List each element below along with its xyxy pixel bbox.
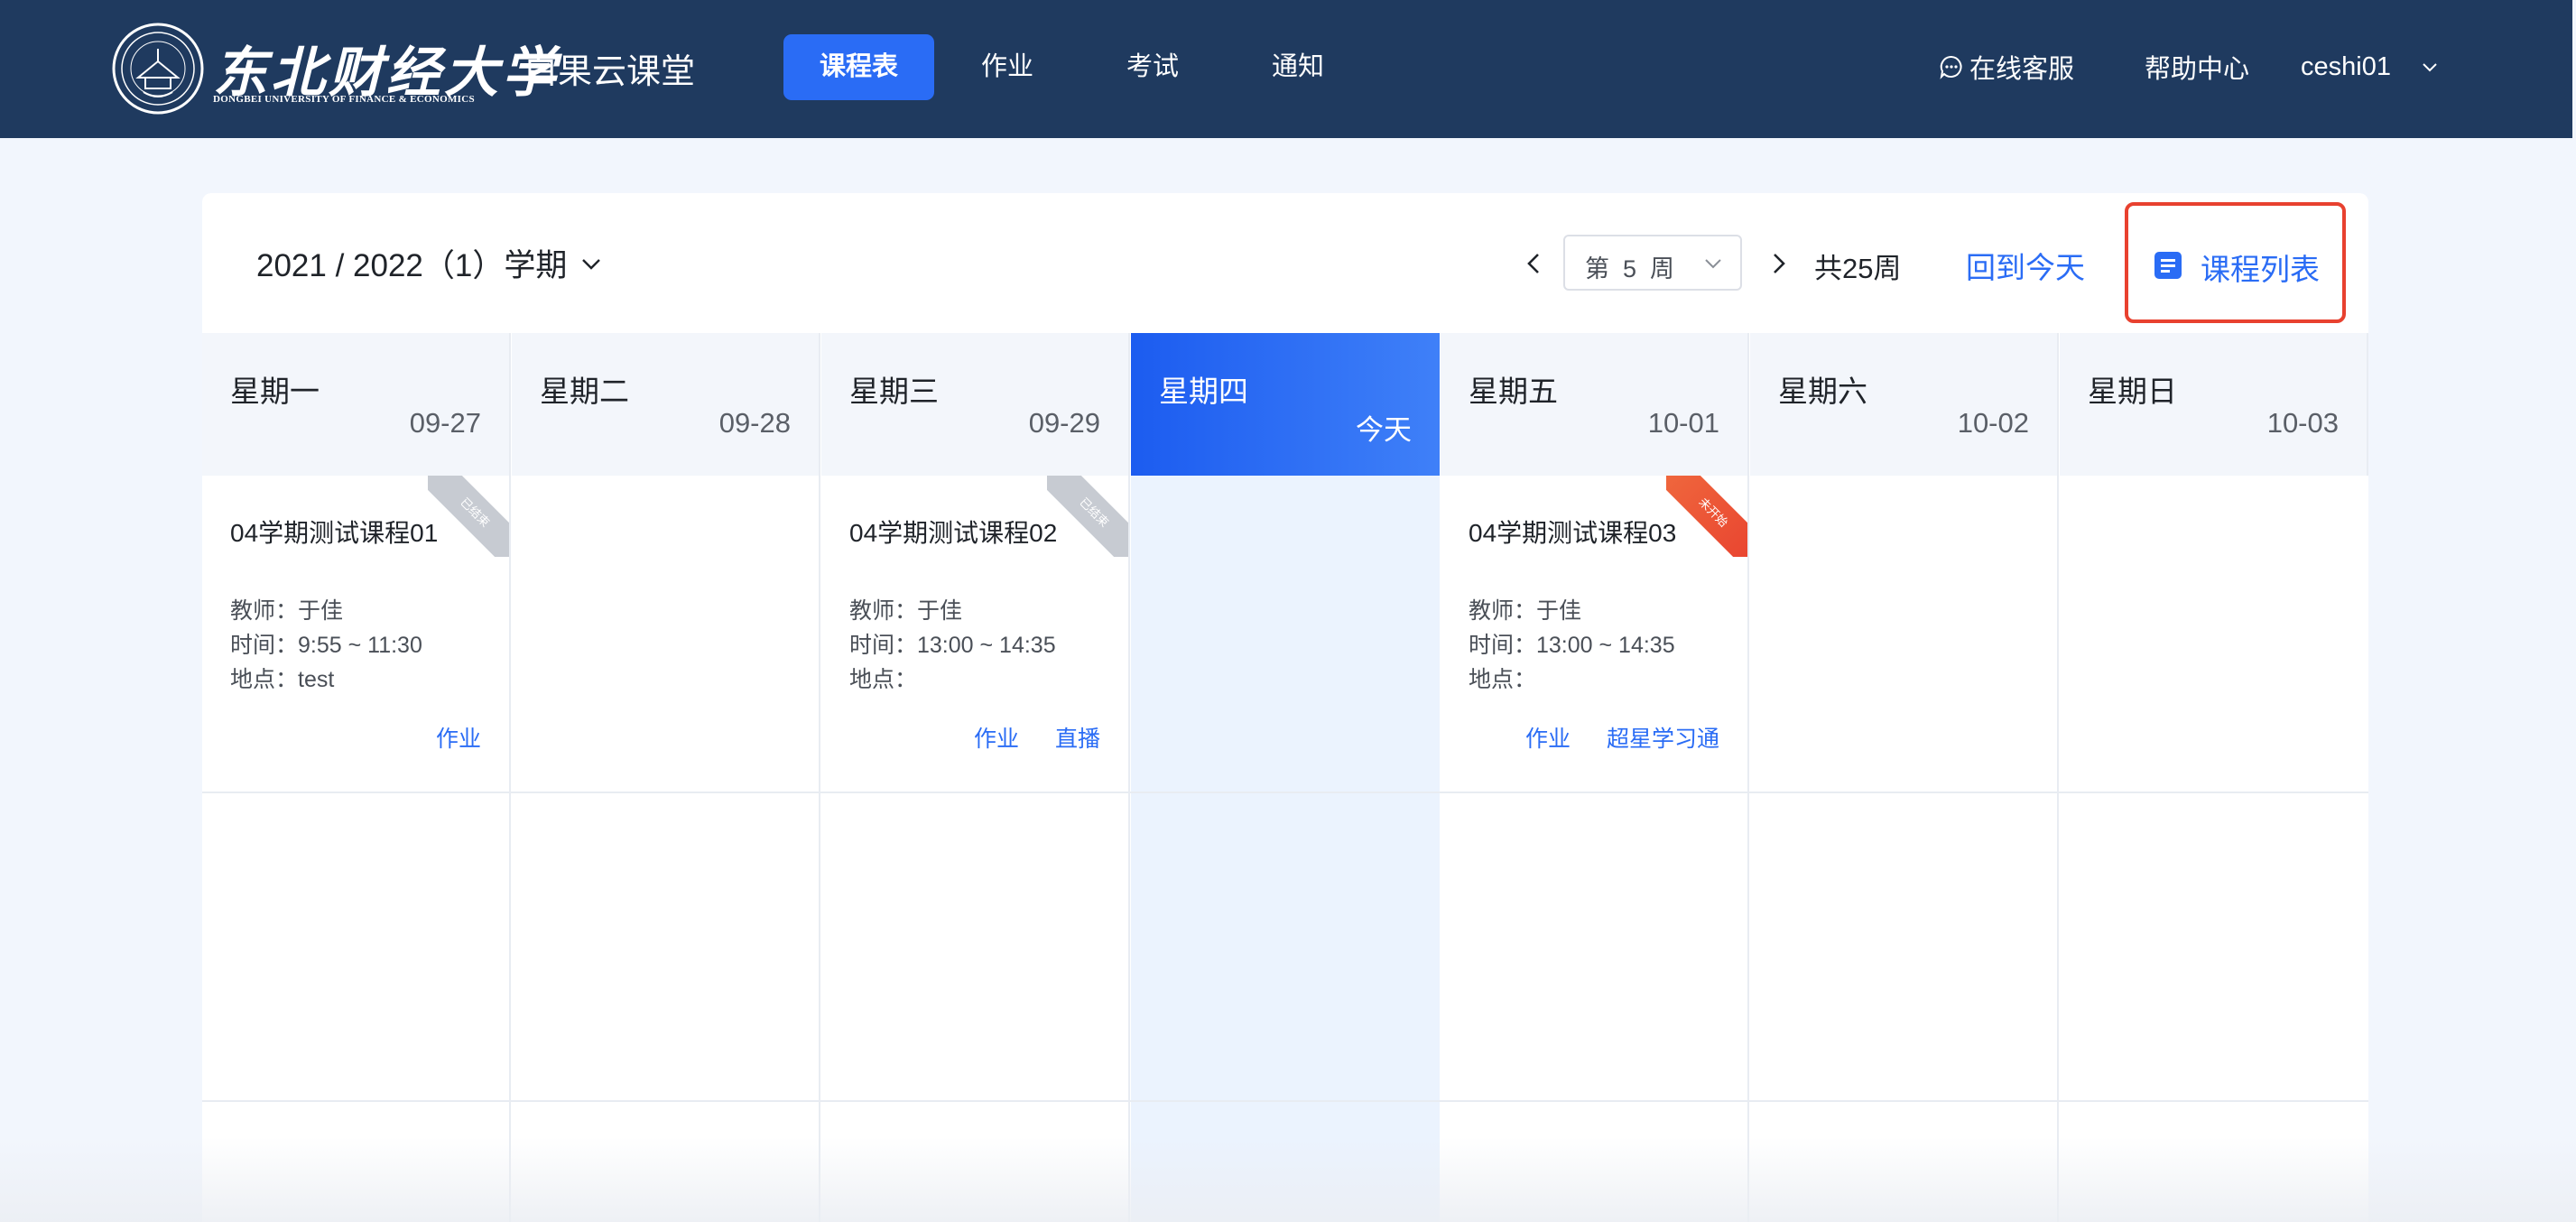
day-date: 09-27: [409, 407, 481, 439]
course-teacher: 教师：于佳: [849, 598, 963, 624]
logo-english-name: DONGBEI UNIVERSITY OF FINANCE & ECONOMIC…: [213, 94, 475, 105]
status-ribbon-label: 已结束: [428, 476, 509, 557]
nav-homework[interactable]: 作业: [935, 34, 1080, 100]
course-live-link[interactable]: 直播: [1055, 721, 1100, 754]
day-header-fri: 星期五 10-01: [1441, 333, 1749, 476]
day-name: 星期四: [1159, 375, 1248, 408]
course-teacher: 教师：于佳: [230, 598, 344, 624]
university-logo[interactable]: 东北财经大学 DONGBEI UNIVERSITY OF FINANCE & E…: [111, 22, 556, 116]
course-homework-link[interactable]: 作业: [974, 721, 1019, 754]
course-homework-link[interactable]: 作业: [436, 721, 481, 754]
week-select[interactable]: 第 5 周: [1563, 235, 1742, 291]
chat-bubble-icon: [1940, 55, 1962, 79]
chevron-down-icon: [582, 258, 601, 270]
university-seal-icon: [112, 23, 204, 115]
term-label: 2021 / 2022（1）学期: [256, 248, 568, 283]
day-column-fri: 未开始 04学期测试课程03 教师：于佳 时间：13:00 ~ 14:35 地点…: [1441, 476, 1749, 1222]
day-column-tue: [512, 476, 820, 1222]
day-name: 星期三: [849, 375, 939, 408]
day-column-thu-today: [1131, 476, 1440, 1222]
day-header-wed: 星期三 09-29: [821, 333, 1130, 476]
course-place: 地点：: [1469, 667, 1537, 692]
course-place: 地点：test: [230, 667, 335, 692]
day-date: 09-29: [1028, 407, 1100, 439]
course-card[interactable]: 未开始 04学期测试课程03 教师：于佳 时间：13:00 ~ 14:35 地点…: [1441, 476, 1747, 792]
course-card[interactable]: 已结束 04学期测试课程02 教师：于佳 时间：13:00 ~ 14:35 地点…: [821, 476, 1128, 792]
day-column-mon: 已结束 04学期测试课程01 教师：于佳 时间：9:55 ~ 11:30 地点：…: [202, 476, 511, 1222]
course-place: 地点：: [849, 667, 918, 692]
course-teacher: 教师：于佳: [1469, 598, 1582, 624]
course-title: 04学期测试课程01: [230, 519, 439, 547]
day-name: 星期五: [1469, 375, 1558, 408]
course-title: 04学期测试课程02: [849, 519, 1058, 547]
day-name: 星期日: [2088, 375, 2177, 408]
course-time: 时间：13:00 ~ 14:35: [849, 633, 1056, 658]
nav-schedule[interactable]: 课程表: [783, 34, 935, 100]
day-column-sun: [2060, 476, 2368, 1222]
chevron-right-icon[interactable]: [1762, 247, 1794, 280]
back-to-today-button[interactable]: 回到今天: [1966, 244, 2085, 287]
course-links: 作业: [400, 721, 481, 754]
term-selector[interactable]: 2021 / 2022（1）学期: [256, 240, 605, 286]
day-date: 10-01: [1647, 407, 1719, 439]
row-divider: [202, 792, 2368, 793]
day-name: 星期六: [1778, 375, 1867, 408]
main-nav: 课程表 作业 考试 通知: [783, 34, 1371, 100]
total-weeks: 共25周: [1814, 253, 1902, 284]
top-header: 东北财经大学 DONGBEI UNIVERSITY OF FINANCE & E…: [0, 0, 2572, 138]
course-chaoxing-link[interactable]: 超星学习通: [1607, 721, 1719, 754]
username: ceshi01: [2301, 51, 2391, 81]
status-ribbon: 已结束: [428, 476, 509, 557]
week-select-value: 第 5 周: [1585, 255, 1675, 282]
day-header-tue: 星期二 09-28: [512, 333, 820, 476]
schedule-card: 2021 / 2022（1）学期 第 5 周 共25周 回到今天 课程列表 星期…: [202, 193, 2368, 1222]
day-date: 10-03: [2266, 407, 2339, 439]
day-column-wed: 已结束 04学期测试课程02 教师：于佳 时间：13:00 ~ 14:35 地点…: [821, 476, 1130, 1222]
day-name: 星期一: [230, 375, 320, 408]
course-title: 04学期测试课程03: [1469, 519, 1677, 547]
online-service-label: 在线客服: [1969, 55, 2075, 84]
app-name: 白果云课堂: [524, 53, 696, 91]
day-header-mon: 星期一 09-27: [202, 333, 511, 476]
schedule-toolbar: 2021 / 2022（1）学期 第 5 周 共25周 回到今天 课程列表: [202, 193, 2368, 333]
course-time: 时间：9:55 ~ 11:30: [230, 633, 422, 658]
nav-notice[interactable]: 通知: [1226, 34, 1370, 100]
day-column-sat: [1750, 476, 2059, 1222]
chevron-left-icon[interactable]: [1518, 247, 1551, 280]
user-menu[interactable]: ceshi01: [2301, 47, 2440, 87]
day-name: 星期二: [540, 375, 629, 408]
day-date: 10-02: [1957, 407, 2029, 439]
day-header-sat: 星期六 10-02: [1750, 333, 2059, 476]
course-card[interactable]: 已结束 04学期测试课程01 教师：于佳 时间：9:55 ~ 11:30 地点：…: [202, 476, 509, 792]
day-date: 今天: [1356, 414, 1412, 446]
status-ribbon-label: 已结束: [1047, 476, 1128, 557]
online-service-link[interactable]: 在线客服: [1939, 47, 2074, 87]
bottom-fade: [0, 1137, 2576, 1222]
chevron-down-icon: [1705, 259, 1721, 269]
status-ribbon: 未开始: [1666, 476, 1747, 557]
row-divider: [202, 1100, 2368, 1102]
week-grid: 星期一 09-27 星期二 09-28 星期三 09-29 星期四 今天 星期五…: [202, 333, 2368, 1222]
list-doc-icon: [2154, 252, 2182, 279]
chevron-down-icon: [2423, 63, 2437, 72]
course-links: 作业 直播: [938, 721, 1100, 754]
status-ribbon-label: 未开始: [1666, 476, 1747, 557]
course-links: 作业 超星学习通: [1489, 721, 1719, 754]
course-time: 时间：13:00 ~ 14:35: [1469, 633, 1675, 658]
status-ribbon: 已结束: [1047, 476, 1128, 557]
day-header-thu-today: 星期四 今天: [1131, 333, 1440, 476]
course-list-button[interactable]: 课程列表: [2125, 202, 2346, 323]
course-list-label: 课程列表: [2201, 253, 2320, 286]
day-header-sun: 星期日 10-03: [2060, 333, 2368, 476]
day-date: 09-28: [718, 407, 791, 439]
help-center-label: 帮助中心: [2145, 55, 2250, 84]
nav-exam[interactable]: 考试: [1080, 34, 1225, 100]
course-homework-link[interactable]: 作业: [1525, 721, 1571, 754]
help-center-link[interactable]: 帮助中心: [2145, 47, 2249, 87]
